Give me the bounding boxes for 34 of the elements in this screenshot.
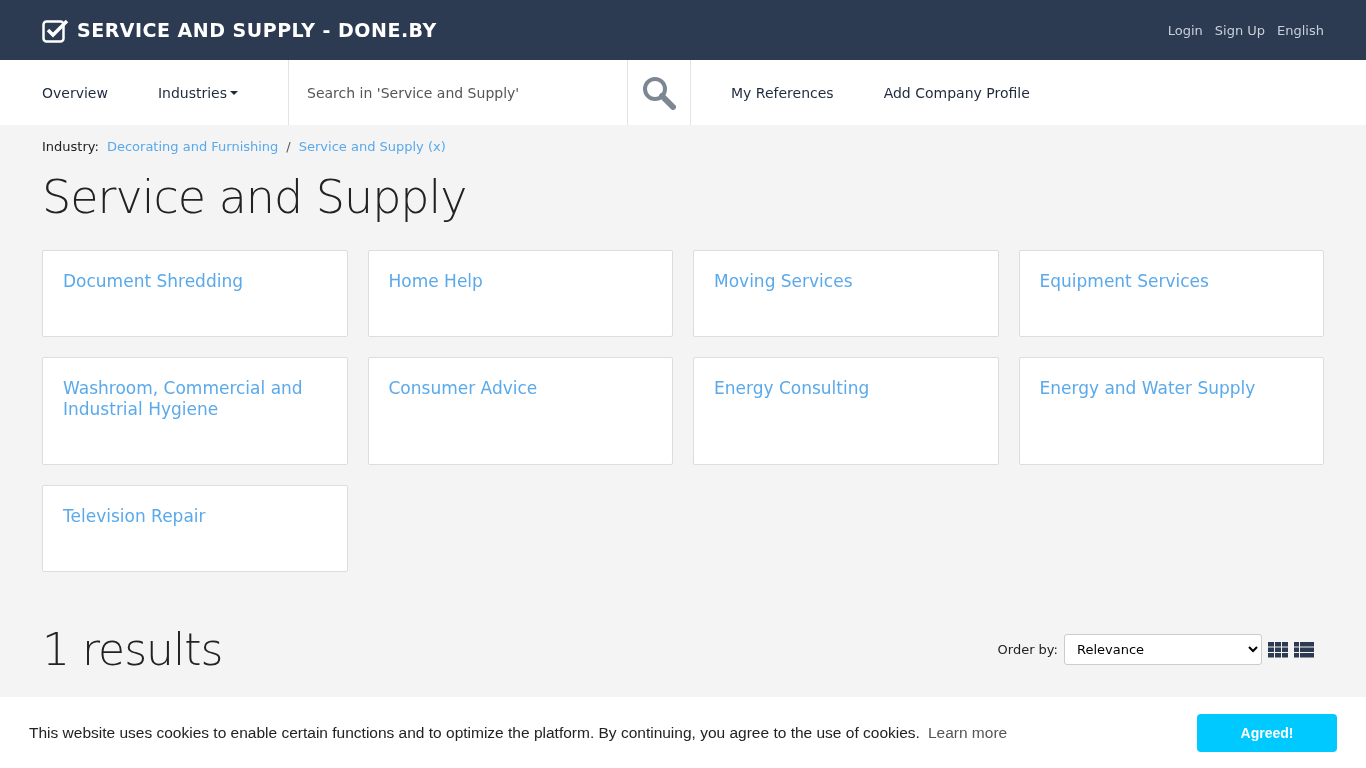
category-card[interactable]: Equipment Services <box>1018 250 1324 337</box>
grid-view-icon[interactable] <box>1268 641 1288 658</box>
page-title: Service and Supply <box>42 170 468 224</box>
breadcrumb-label: Industry: <box>42 139 99 154</box>
nav-link[interactable]: Industries <box>157 60 239 125</box>
cookie-text: This website uses cookies to enable certain functions and to optimize the platform. By continuing, you agree to the use of cookies. <box>29 723 920 741</box>
nav-link[interactable]: Add Company Profile <box>883 60 1030 125</box>
caret-icon <box>230 90 239 95</box>
category-card[interactable]: Television Repair <box>42 485 348 572</box>
category-card[interactable]: Consumer Advice <box>367 357 673 465</box>
header-link[interactable]: Login <box>1167 22 1203 38</box>
nav-link[interactable]: My References <box>731 60 834 125</box>
learn-more-link[interactable]: Learn more <box>927 723 1008 741</box>
category-card[interactable]: Home Help <box>367 250 673 337</box>
nav-link[interactable]: Overview <box>42 60 108 125</box>
checkbox-icon <box>42 17 69 43</box>
list-view-icon[interactable] <box>1294 641 1314 658</box>
results-count: 1 results <box>42 624 223 675</box>
header-link[interactable]: English <box>1277 22 1324 38</box>
category-card[interactable]: Moving Services <box>693 250 999 337</box>
site-title[interactable]: SERVICE AND SUPPLY - DONE.BY <box>77 19 437 41</box>
category-card[interactable]: Energy Consulting <box>693 357 999 465</box>
breadcrumb-link[interactable]: Decorating and Furnishing <box>106 139 279 154</box>
agree-button[interactable]: Agreed! <box>1197 713 1337 752</box>
breadcrumb-separator: / <box>286 139 291 154</box>
breadcrumb-link[interactable]: Service and Supply (x) <box>298 139 446 154</box>
order-label: Order by: <box>997 642 1058 657</box>
category-card[interactable]: Energy and Water Supply <box>1018 357 1324 465</box>
category-card[interactable]: Washroom, Commercial and Industrial Hygiene <box>42 357 348 465</box>
search-icon <box>642 75 677 110</box>
category-card[interactable]: Document Shredding <box>42 250 348 337</box>
search-field[interactable]: Search in 'Service and Supply' <box>288 60 629 125</box>
header-link[interactable]: Sign Up <box>1214 22 1266 38</box>
order-select[interactable]: Relevance <box>1064 634 1262 665</box>
